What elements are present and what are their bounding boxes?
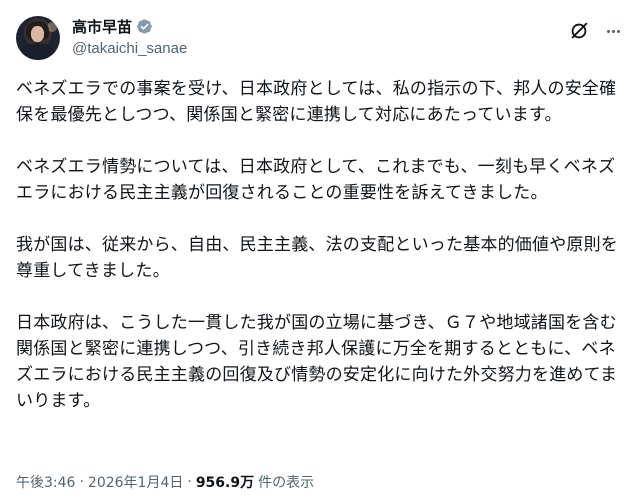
meta-separator: · xyxy=(187,474,192,490)
post-time[interactable]: 午後3:46 xyxy=(16,472,75,492)
post-header: 高市早苗 @takaichi_sanae xyxy=(16,14,624,64)
more-dot xyxy=(606,29,610,33)
more-options-icon[interactable] xyxy=(602,20,624,42)
author-handle[interactable]: @takaichi_sanae xyxy=(72,40,187,57)
post-paragraph: ベネズエラでの事案を受け、日本政府としては、私の指示の下、邦人の安全確保を最優先… xyxy=(16,79,617,125)
avatar[interactable] xyxy=(16,16,60,60)
views-label[interactable]: 件の表示 xyxy=(258,472,314,492)
more-dot xyxy=(616,29,620,33)
views-count[interactable]: 956.9万 xyxy=(196,472,254,492)
avatar-shoulders xyxy=(20,43,56,60)
avatar-face xyxy=(31,26,44,42)
post-paragraph: ベネズエラ情勢については、日本政府として、これまでも、一刻も早くベネズエラにおけ… xyxy=(16,157,616,203)
grok-icon[interactable] xyxy=(568,20,590,42)
post-paragraph: 日本政府は、こうした一貫した我が国の立場に基づき、Ｇ７や地域諸国を含む関係国と緊… xyxy=(16,313,618,411)
more-dot xyxy=(611,29,615,33)
post-container: 高市早苗 @takaichi_sanae ベネズエラでの事案を受け、日本政府とし… xyxy=(0,0,640,504)
verified-badge-icon xyxy=(137,19,152,33)
post-meta: 午後3:46 · 2026年1月4日 · 956.9万 件の表示 xyxy=(16,472,314,492)
author-names: 高市早苗 @takaichi_sanae xyxy=(72,16,187,58)
meta-separator: · xyxy=(79,474,84,490)
post-date[interactable]: 2026年1月4日 xyxy=(88,472,183,492)
post-text: ベネズエラでの事案を受け、日本政府としては、私の指示の下、邦人の安全確保を最優先… xyxy=(16,76,622,414)
display-name[interactable]: 高市早苗 xyxy=(72,16,132,37)
display-name-row: 高市早苗 xyxy=(72,16,187,36)
post-paragraph: 我が国は、従来から、自由、民主主義、法の支配といった基本的価値や原則を尊重してき… xyxy=(16,235,618,281)
